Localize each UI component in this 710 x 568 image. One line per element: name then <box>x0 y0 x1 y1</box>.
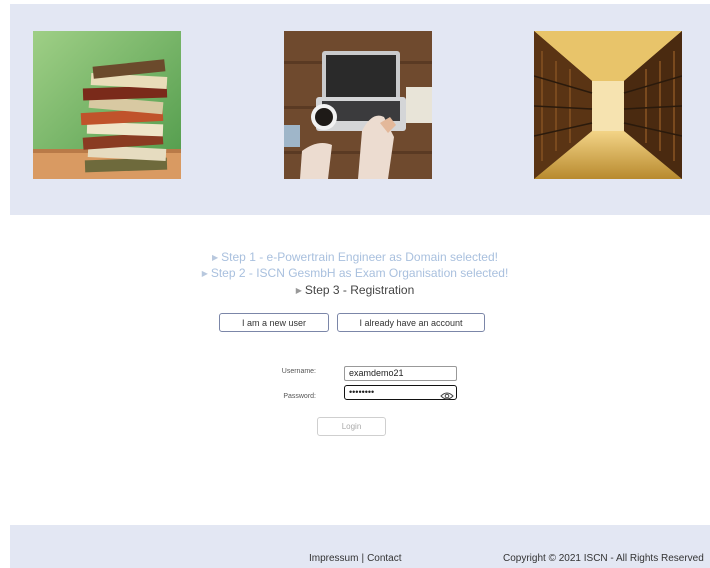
step-3-status: ▶ Step 3 - Registration <box>0 283 710 298</box>
existing-account-button[interactable]: I already have an account <box>337 313 485 332</box>
step-1-status: ▶ Step 1 - e-Powertrain Engineer as Domai… <box>0 250 710 265</box>
step-arrow-icon: ▶ <box>201 269 208 278</box>
books-photo <box>33 31 181 179</box>
step-2-text: Step 2 - ISCN GesmbH as Exam Organisatio… <box>210 266 509 280</box>
footer: Impressum | Contact Copyright © 2021 ISCN … <box>10 525 710 568</box>
step-2-status: ▶ Step 2 - ISCN GesmbH as Exam Organisati… <box>0 266 710 281</box>
eye-icon[interactable] <box>440 388 454 400</box>
header-banner <box>10 4 710 215</box>
library-photo <box>534 31 682 179</box>
impressum-link[interactable]: Impressum <box>309 553 358 564</box>
login-button[interactable]: Login <box>317 417 386 436</box>
new-user-button[interactable]: I am a new user <box>219 313 329 332</box>
contact-link[interactable]: Contact <box>367 553 401 564</box>
step-3-text: Step 3 - Registration <box>304 283 415 297</box>
password-label: Password: <box>283 393 316 400</box>
step-1-text: Step 1 - e-Powertrain Engineer as Domain… <box>221 250 498 264</box>
step-arrow-icon: ▶ <box>295 286 302 295</box>
username-field[interactable]: examdemo21 <box>344 366 457 381</box>
copyright-text: Copyright © 2021 ISCN - All Rights Reser… <box>503 553 704 564</box>
step-arrow-icon: ▶ <box>212 253 219 262</box>
laptop-photo <box>284 31 432 179</box>
footer-separator: | <box>361 553 365 564</box>
footer-links: Impressum | Contact <box>309 553 402 564</box>
username-label: Username: <box>281 368 316 375</box>
